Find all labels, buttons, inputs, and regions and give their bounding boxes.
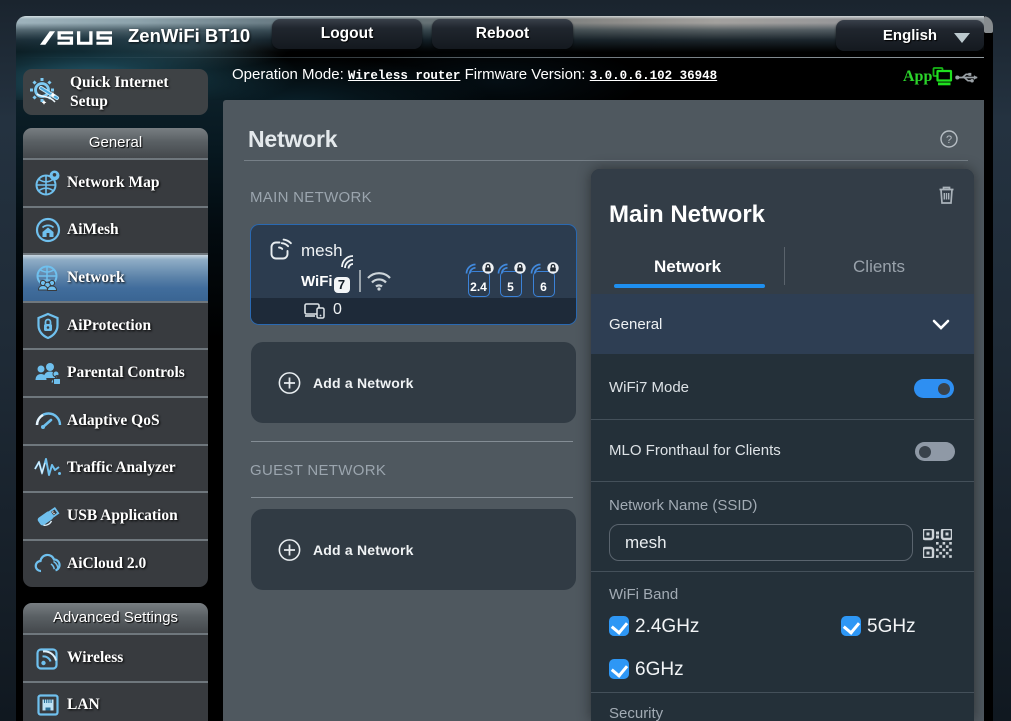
svg-text:?: ? <box>946 134 952 146</box>
